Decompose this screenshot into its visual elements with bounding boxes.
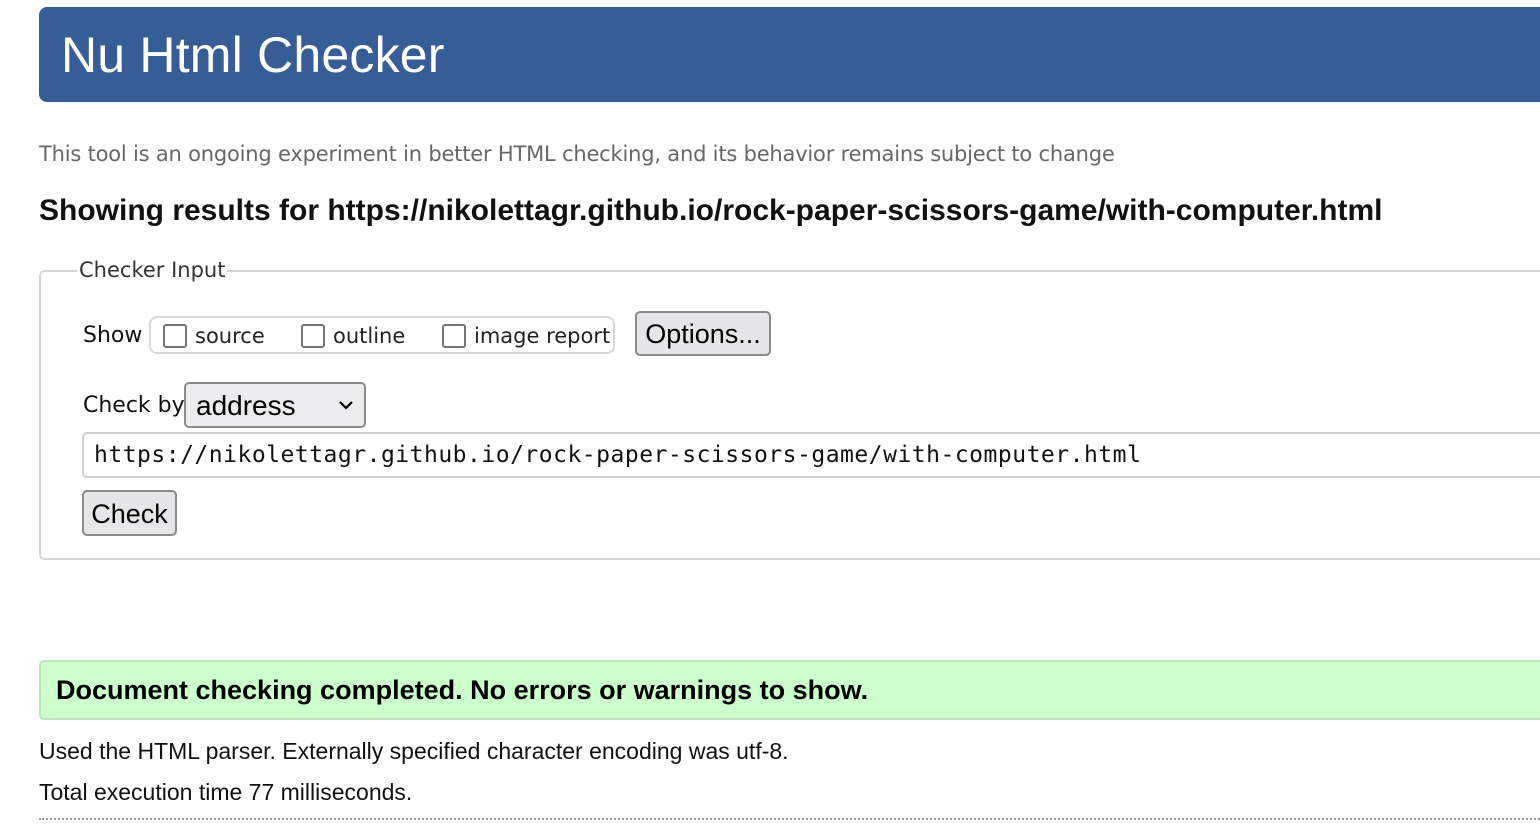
url-input[interactable]: https://nikolettagr.github.io/rock-paper… (82, 432, 1540, 478)
image-report-checkbox[interactable] (442, 324, 466, 348)
checker-input-fieldset: Checker Input Show source outline image … (39, 258, 1540, 560)
check-by-label: Check by (83, 393, 185, 418)
url-input-value[interactable]: https://nikolettagr.github.io/rock-paper… (94, 442, 1141, 468)
chevron-down-icon (339, 401, 353, 410)
check-button[interactable]: Check (82, 490, 177, 536)
options-button[interactable]: Options... (635, 311, 771, 356)
image-report-checkbox-label[interactable]: image report (474, 324, 610, 348)
source-checkbox-item[interactable]: source (163, 320, 265, 352)
checker-input-legend: Checker Input (77, 258, 228, 282)
source-checkbox[interactable] (163, 324, 187, 348)
image-report-checkbox-item[interactable]: image report (442, 320, 610, 352)
check-by-select[interactable]: address (184, 382, 366, 428)
tagline: This tool is an ongoing experiment in be… (39, 142, 1115, 166)
status-success-banner: Document checking completed. No errors o… (39, 660, 1540, 720)
outline-checkbox[interactable] (301, 324, 325, 348)
source-checkbox-label[interactable]: source (195, 324, 265, 348)
page-header: Nu Html Checker (39, 7, 1540, 102)
show-label: Show (83, 323, 143, 348)
status-message: Document checking completed. No errors o… (56, 675, 869, 705)
section-divider (39, 818, 1540, 820)
page-title: Nu Html Checker (61, 27, 445, 83)
results-heading: Showing results for https://nikolettagr.… (39, 194, 1383, 227)
execution-time-info: Total execution time 77 milliseconds. (39, 779, 413, 805)
parser-info: Used the HTML parser. Externally specifi… (39, 738, 789, 764)
show-options-group: source outline image report (149, 316, 615, 354)
outline-checkbox-label[interactable]: outline (333, 324, 405, 348)
check-by-selected-value[interactable]: address (196, 390, 296, 422)
outline-checkbox-item[interactable]: outline (301, 320, 405, 352)
